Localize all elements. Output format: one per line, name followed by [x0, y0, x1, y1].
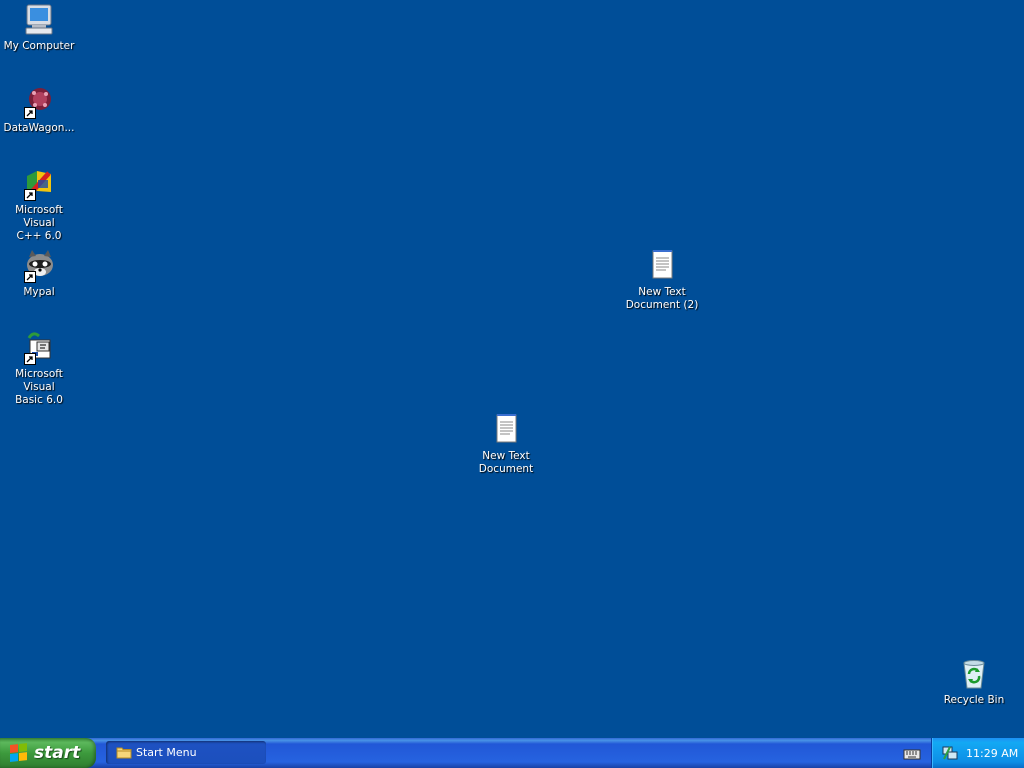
visual-cpp-icon: [21, 166, 57, 202]
desktop-icon-new-text-document-2[interactable]: New Text Document (2): [623, 248, 701, 312]
desktop-icon-visual-cpp[interactable]: Microsoft Visual C++ 6.0: [0, 166, 78, 243]
visual-basic-icon: [21, 330, 57, 366]
clock[interactable]: 11:29 AM: [966, 747, 1018, 760]
recycle-bin-icon: [956, 656, 992, 692]
desktop-icon-label: My Computer: [3, 40, 75, 52]
text-document-icon: [644, 248, 680, 284]
my-computer-icon: [21, 2, 57, 38]
system-tray: 11:29 AM: [931, 738, 1024, 768]
start-label: start: [34, 743, 81, 763]
taskbar: start Start Menu 11:29 AM: [0, 738, 1024, 768]
windows-logo-icon: [10, 743, 28, 763]
text-document-icon: [488, 412, 524, 448]
desktop-icon-label: New Text Document (2): [625, 286, 699, 311]
taskbar-button-label: Start Menu: [136, 746, 197, 759]
desktop-icon-my-computer[interactable]: My Computer: [0, 2, 78, 53]
shortcut-arrow-icon: [24, 271, 36, 283]
desktop-icon-label: Microsoft Visual C++ 6.0: [15, 204, 63, 242]
datawagon-icon: [21, 84, 57, 120]
shortcut-arrow-icon: [24, 353, 36, 365]
desktop-icon-datawagon[interactable]: DataWagon...: [0, 84, 78, 135]
desktop-icon-label: DataWagon...: [3, 122, 75, 134]
folder-icon: [116, 746, 132, 759]
desktop-icon-label: Recycle Bin: [943, 694, 1005, 706]
shortcut-arrow-icon: [24, 107, 36, 119]
desktop[interactable]: My Computer DataWagon... Microsoft Visua…: [0, 0, 1024, 738]
mypal-icon: [21, 248, 57, 284]
desktop-icon-mypal[interactable]: Mypal: [0, 248, 78, 299]
network-icon[interactable]: [942, 745, 958, 761]
desktop-icon-label: Mypal: [23, 286, 55, 298]
desktop-icon-new-text-document[interactable]: New Text Document: [467, 412, 545, 476]
desktop-icon-recycle-bin[interactable]: Recycle Bin: [935, 656, 1013, 707]
keyboard-icon[interactable]: [903, 746, 921, 760]
shortcut-arrow-icon: [24, 189, 36, 201]
start-button[interactable]: start: [0, 738, 96, 768]
desktop-icon-label: New Text Document: [478, 450, 534, 475]
taskbar-button-start-menu[interactable]: Start Menu: [106, 741, 266, 764]
desktop-icon-label: Microsoft Visual Basic 6.0: [15, 368, 63, 406]
desktop-icon-visual-basic[interactable]: Microsoft Visual Basic 6.0: [0, 330, 78, 407]
